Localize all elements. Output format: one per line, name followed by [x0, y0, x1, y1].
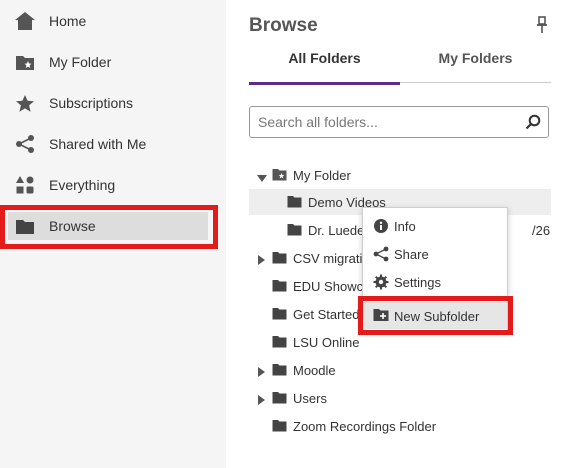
caret-right-icon[interactable]	[258, 253, 268, 265]
folder-star-icon	[13, 51, 37, 73]
home-icon	[13, 10, 37, 32]
tree-row-lsu-online[interactable]: LSU Online	[249, 329, 549, 355]
sidebar-item-browse[interactable]: Browse	[0, 205, 226, 246]
menu-item-label: Settings	[394, 274, 441, 290]
folder-icon	[13, 215, 37, 237]
folder-icon	[272, 335, 287, 348]
caret-right-icon[interactable]	[258, 365, 268, 377]
menu-item-label: Share	[394, 246, 429, 262]
info-icon	[373, 218, 389, 234]
tree-row-label: Dr. Luede	[308, 222, 365, 238]
menu-item-settings[interactable]: Settings	[363, 268, 507, 296]
sidebar-item-label: Everything	[49, 176, 116, 193]
menu-item-share[interactable]: Share	[363, 240, 507, 268]
folder-icon	[272, 391, 287, 404]
tab-label: All Folders	[288, 50, 361, 66]
caret-down-icon[interactable]	[257, 171, 267, 182]
pin-icon[interactable]	[535, 16, 549, 34]
tree-row-label: Moodle	[293, 362, 336, 378]
tree-row-my-folder[interactable]: My Folder	[249, 162, 549, 188]
tree-row-date-suffix: /26	[532, 222, 551, 238]
sidebar-item-home[interactable]: Home	[0, 0, 226, 41]
folder-plus-icon	[373, 308, 389, 324]
sidebar-item-label: Home	[49, 12, 87, 29]
folder-icon	[272, 419, 287, 432]
tab-label: My Folders	[438, 50, 513, 66]
menu-item-label: Info	[394, 218, 416, 234]
folder-icon	[272, 363, 287, 376]
tree-row-moodle[interactable]: Moodle	[249, 357, 549, 383]
tree-row-label: EDU Showca	[293, 278, 371, 294]
sidebar-item-label: Browse	[49, 217, 96, 234]
share-icon	[373, 246, 389, 262]
folder-icon	[272, 251, 287, 264]
menu-item-new-subfolder[interactable]: New Subfolder	[363, 303, 507, 329]
folder-icon	[287, 195, 302, 208]
sidebar-item-label: My Folder	[49, 53, 112, 70]
tree-row-label: CSV migratio	[293, 250, 370, 266]
tab-all-folders[interactable]: All Folders	[249, 50, 400, 85]
sidebar-item-everything[interactable]: Everything	[0, 164, 226, 205]
tree-row-label: Users	[293, 390, 327, 406]
sidebar-item-label: Shared with Me	[49, 135, 147, 152]
star-icon	[13, 92, 37, 114]
sidebar-item-my-folder[interactable]: My Folder	[0, 41, 226, 82]
sidebar-item-shared-with-me[interactable]: Shared with Me	[0, 123, 226, 164]
context-menu: Info Share Settings New Subfolder	[362, 207, 508, 331]
menu-item-info[interactable]: Info	[363, 212, 507, 240]
tree-row-zoom-recordings-folder[interactable]: Zoom Recordings Folder	[249, 413, 549, 439]
folder-icon	[287, 223, 302, 236]
page-title: Browse	[249, 15, 318, 36]
gear-icon	[373, 274, 389, 290]
tab-my-folders[interactable]: My Folders	[400, 50, 551, 83]
sidebar: Home My Folder Subscriptions Shared with…	[0, 0, 226, 468]
tree-row-label: Get Started	[293, 306, 360, 322]
sidebar-item-subscriptions[interactable]: Subscriptions	[0, 82, 226, 123]
menu-item-label: New Subfolder	[394, 308, 480, 324]
folder-icon	[272, 307, 287, 320]
tree-row-label: Zoom Recordings Folder	[293, 418, 437, 434]
caret-right-icon[interactable]	[258, 393, 268, 405]
grid-shapes-icon	[13, 174, 37, 196]
folder-icon	[272, 279, 287, 292]
search-box	[249, 106, 549, 138]
share-icon	[13, 133, 37, 155]
tree-row-label: My Folder	[293, 167, 351, 183]
search-input[interactable]	[250, 107, 510, 137]
search-icon[interactable]	[525, 114, 541, 130]
folder-star-icon	[272, 168, 287, 181]
tree-row-users[interactable]: Users	[249, 385, 549, 411]
sidebar-item-label: Subscriptions	[49, 94, 134, 111]
tree-row-label: LSU Online	[293, 334, 360, 350]
